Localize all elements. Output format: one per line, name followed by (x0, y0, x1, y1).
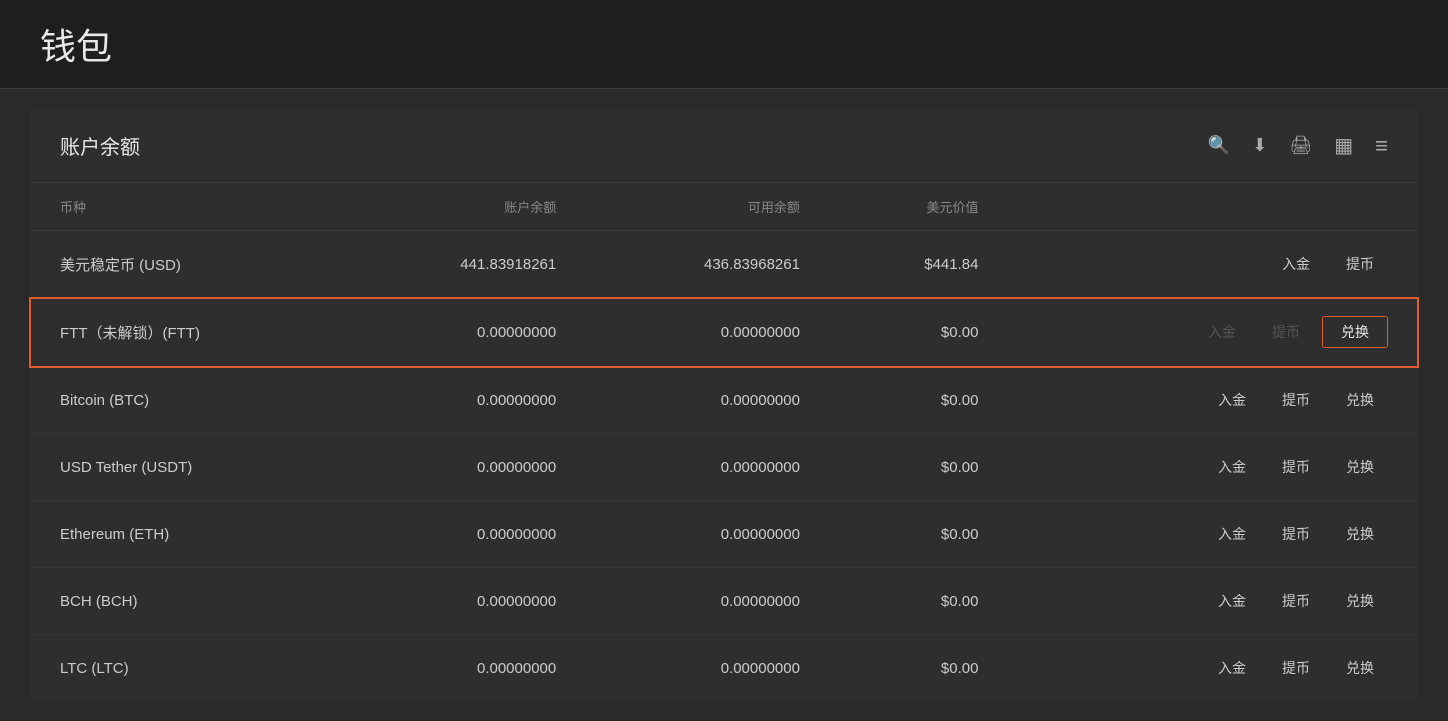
withdraw-button[interactable]: 提币 (1268, 519, 1324, 549)
cell-available: 436.83968261 (586, 231, 830, 298)
cell-usd-value: $0.00 (830, 367, 1009, 434)
wallet-card: 账户余额 币种 账户余额 可用余额 美元价值 美元稳定币 (USD)441.83… (30, 109, 1418, 701)
withdraw-button[interactable]: 提币 (1268, 586, 1324, 616)
page-header: 钱包 (0, 0, 1448, 89)
withdraw-button[interactable]: 提币 (1268, 452, 1324, 482)
cell-available: 0.00000000 (586, 568, 830, 635)
table-row: LTC (LTC)0.000000000.00000000$0.00入金提币兑换 (30, 635, 1418, 702)
download-icon[interactable] (1252, 134, 1267, 157)
cell-actions: 入金提币 (1008, 231, 1418, 298)
deposit-button[interactable]: 入金 (1204, 586, 1260, 616)
columns-icon[interactable] (1334, 133, 1353, 158)
toolbar-icons (1208, 133, 1388, 159)
exchange-button[interactable]: 兑换 (1332, 452, 1388, 482)
deposit-button[interactable]: 入金 (1204, 653, 1260, 683)
card-header: 账户余额 (30, 109, 1418, 183)
print-icon[interactable] (1289, 134, 1312, 157)
cell-available: 0.00000000 (586, 367, 830, 434)
cell-usd-value: $0.00 (830, 568, 1009, 635)
cell-balance: 441.83918261 (343, 231, 587, 298)
cell-usd-value: $0.00 (830, 298, 1009, 367)
search-icon[interactable] (1208, 134, 1230, 157)
table-row: Ethereum (ETH)0.000000000.00000000$0.00入… (30, 501, 1418, 568)
exchange-button[interactable]: 兑换 (1332, 385, 1388, 415)
table-header-row: 币种 账户余额 可用余额 美元价值 (30, 183, 1418, 231)
table-row: Bitcoin (BTC)0.000000000.00000000$0.00入金… (30, 367, 1418, 434)
cell-currency: FTT（未解锁）(FTT) (30, 298, 343, 367)
cell-currency: 美元稳定币 (USD) (30, 231, 343, 298)
col-currency: 币种 (30, 183, 343, 231)
card-title: 账户余额 (60, 131, 140, 160)
exchange-button[interactable]: 兑换 (1332, 653, 1388, 683)
deposit-button[interactable]: 入金 (1204, 385, 1260, 415)
cell-actions: 入金提币兑换 (1008, 501, 1418, 568)
cell-currency: Bitcoin (BTC) (30, 367, 343, 434)
withdraw-button[interactable]: 提币 (1268, 653, 1324, 683)
col-available: 可用余额 (586, 183, 830, 231)
table-row: 美元稳定币 (USD)441.83918261436.83968261$441.… (30, 231, 1418, 298)
deposit-button[interactable]: 入金 (1204, 452, 1260, 482)
col-usd: 美元价值 (830, 183, 1009, 231)
deposit-button[interactable]: 入金 (1204, 519, 1260, 549)
cell-currency: Ethereum (ETH) (30, 501, 343, 568)
cell-currency: USD Tether (USDT) (30, 434, 343, 501)
cell-currency: LTC (LTC) (30, 635, 343, 702)
table-row: FTT（未解锁）(FTT)0.000000000.00000000$0.00入金… (30, 298, 1418, 367)
deposit-button: 入金 (1194, 317, 1250, 347)
cell-balance: 0.00000000 (343, 568, 587, 635)
cell-balance: 0.00000000 (343, 501, 587, 568)
cell-balance: 0.00000000 (343, 367, 587, 434)
exchange-button[interactable]: 兑换 (1332, 586, 1388, 616)
col-balance: 账户余额 (343, 183, 587, 231)
cell-actions: 入金提币兑换 (1008, 635, 1418, 702)
cell-usd-value: $0.00 (830, 501, 1009, 568)
exchange-button[interactable]: 兑换 (1322, 316, 1388, 348)
exchange-button[interactable]: 兑换 (1332, 519, 1388, 549)
withdraw-button[interactable]: 提币 (1268, 385, 1324, 415)
cell-available: 0.00000000 (586, 434, 830, 501)
page-title: 钱包 (40, 26, 112, 67)
filter-icon[interactable] (1375, 133, 1388, 159)
cell-actions: 入金提币兑换 (1008, 298, 1418, 367)
balance-table: 币种 账户余额 可用余额 美元价值 美元稳定币 (USD)441.8391826… (30, 183, 1418, 701)
cell-usd-value: $0.00 (830, 635, 1009, 702)
cell-actions: 入金提币兑换 (1008, 568, 1418, 635)
table-row: BCH (BCH)0.000000000.00000000$0.00入金提币兑换 (30, 568, 1418, 635)
withdraw-button[interactable]: 提币 (1332, 249, 1388, 279)
cell-actions: 入金提币兑换 (1008, 367, 1418, 434)
cell-available: 0.00000000 (586, 635, 830, 702)
cell-actions: 入金提币兑换 (1008, 434, 1418, 501)
cell-usd-value: $0.00 (830, 434, 1009, 501)
cell-currency: BCH (BCH) (30, 568, 343, 635)
cell-balance: 0.00000000 (343, 635, 587, 702)
withdraw-button: 提币 (1258, 317, 1314, 347)
cell-available: 0.00000000 (586, 501, 830, 568)
cell-usd-value: $441.84 (830, 231, 1009, 298)
cell-balance: 0.00000000 (343, 434, 587, 501)
table-row: USD Tether (USDT)0.000000000.00000000$0.… (30, 434, 1418, 501)
deposit-button[interactable]: 入金 (1268, 249, 1324, 279)
cell-balance: 0.00000000 (343, 298, 587, 367)
col-actions (1008, 183, 1418, 231)
cell-available: 0.00000000 (586, 298, 830, 367)
